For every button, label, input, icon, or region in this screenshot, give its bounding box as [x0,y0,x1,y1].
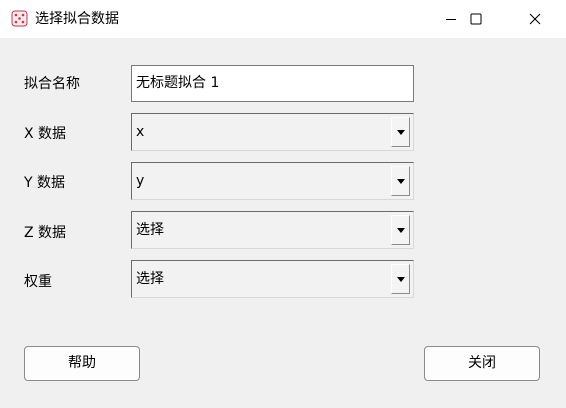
z-data-label: Z 数据 [24,225,67,241]
z-data-dropdown-button[interactable] [391,215,410,245]
y-data-label: Y 数据 [24,175,66,191]
close-window-button[interactable] [512,0,558,38]
chevron-down-icon [396,276,405,282]
weights-value: 选择 [136,271,164,287]
window-title: 选择拟合数据 [35,11,119,27]
x-data-select[interactable]: x [131,113,414,151]
dice-icon [11,10,28,27]
chevron-down-icon [396,129,405,135]
y-data-select[interactable]: y [131,162,414,200]
help-button[interactable]: 帮助 [24,346,140,381]
z-data-select[interactable]: 选择 [131,211,414,249]
fit-name-label: 拟合名称 [24,76,80,92]
maximize-button[interactable] [453,0,499,38]
chevron-down-icon [396,178,405,184]
chevron-down-icon [396,227,405,233]
fit-name-input[interactable]: 无标题拟合 1 [131,65,414,102]
x-data-label: X 数据 [24,126,67,142]
x-data-value: x [136,124,145,140]
close-icon [529,13,541,25]
title-bar: 选择拟合数据 [0,0,566,38]
x-data-dropdown-button[interactable] [391,117,410,147]
z-data-value: 选择 [136,222,164,238]
y-data-dropdown-button[interactable] [391,166,410,196]
weights-label: 权重 [24,274,52,290]
weights-select[interactable]: 选择 [131,260,414,298]
maximize-icon [470,13,482,25]
weights-dropdown-button[interactable] [391,264,410,294]
y-data-value: y [136,173,145,189]
close-button[interactable]: 关闭 [424,346,540,381]
